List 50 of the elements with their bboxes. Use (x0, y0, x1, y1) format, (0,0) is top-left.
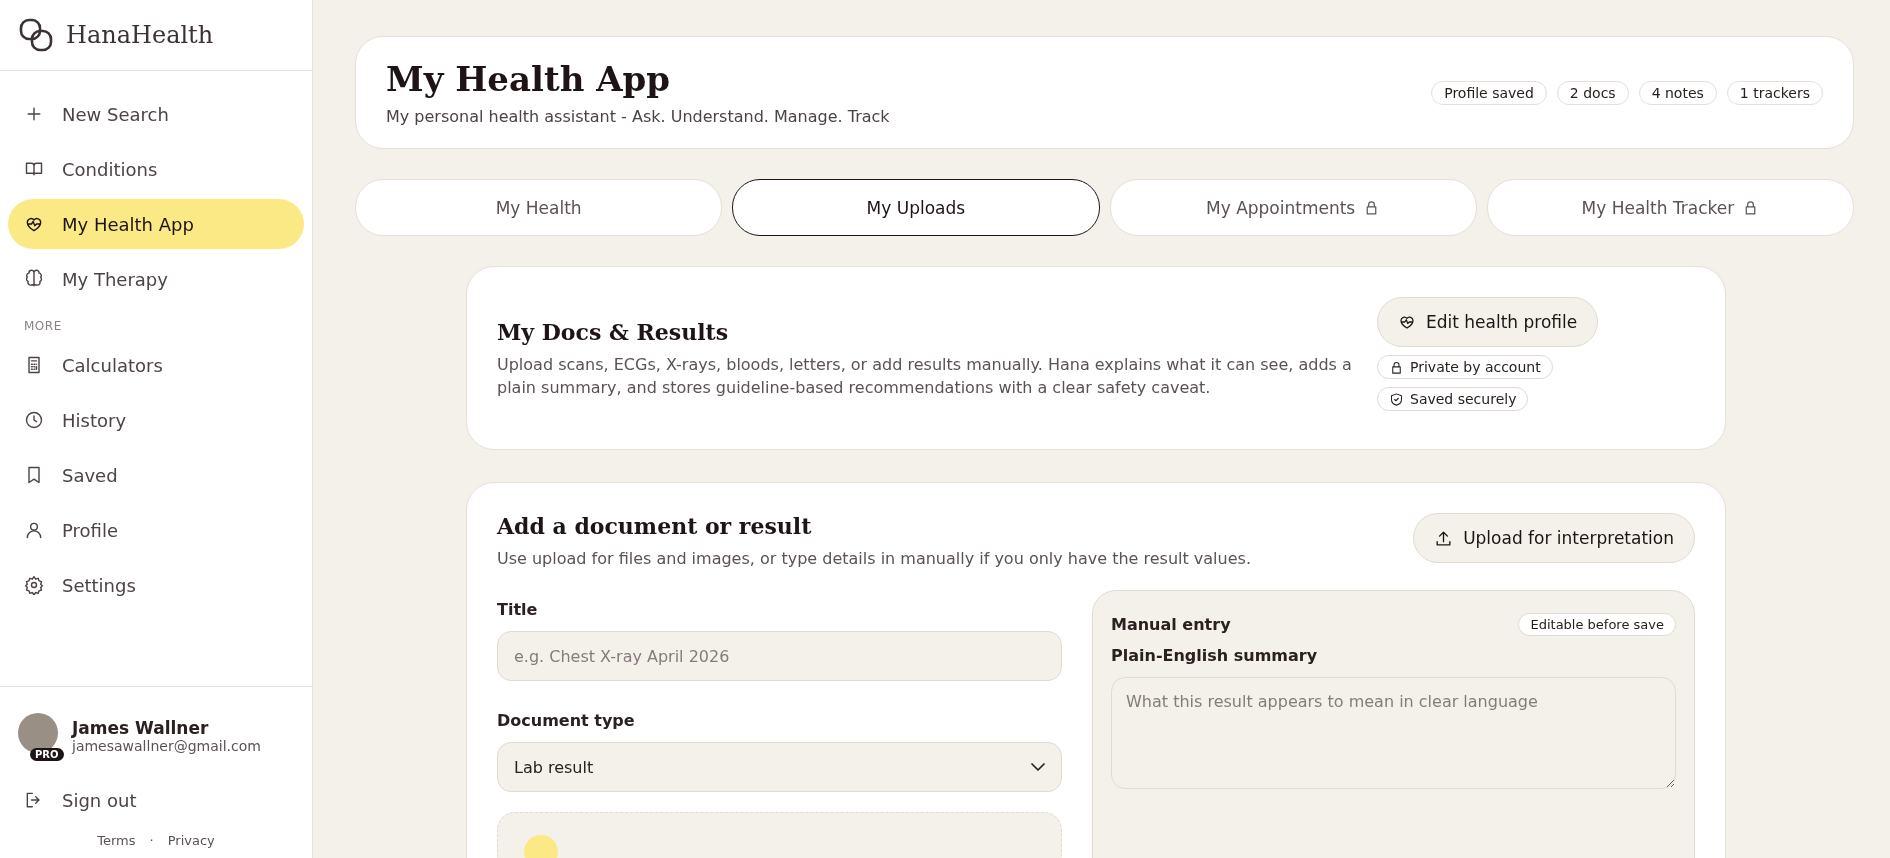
lock-icon (1389, 359, 1404, 375)
page-subtitle: My personal health assistant - Ask. Understand. Manage. Track (386, 107, 890, 126)
footer-link[interactable]: Privacy (167, 833, 215, 848)
chevron-down-icon (1031, 763, 1045, 772)
document-type-select[interactable]: Lab result (497, 742, 1062, 793)
user-name: James Wallner (72, 718, 210, 738)
user-icon (24, 520, 44, 540)
field-label: Plain-English summary (1111, 646, 1319, 666)
section-heading: MORE (23, 318, 63, 335)
page-title: My Health App (386, 59, 672, 99)
clock-icon (24, 410, 44, 430)
field-label: Title (497, 600, 539, 620)
title-input[interactable]: e.g. Chest X-ray April 2026 (497, 631, 1062, 682)
section-description: Upload scans, ECGs, X-rays, bloods, letters, or add results manually. Hana explains what it can see, adds a plain summary, and stores guideline-based recommendations with a clear safety caveat. (497, 354, 1353, 400)
field-label: Document type (497, 711, 636, 731)
user-email: jamesawallner@gmail.com (72, 738, 261, 754)
pro-badge: PRO (30, 748, 64, 761)
section-title: My Docs & Results (497, 319, 730, 345)
tab[interactable]: My Health Tracker (1486, 179, 1854, 236)
upload-button[interactable]: Upload for interpretation (1413, 513, 1695, 563)
summary-textarea[interactable]: What this result appears to mean in clear language (1111, 677, 1676, 790)
brand-name: HanaHealth (66, 21, 214, 49)
shield-icon (1389, 391, 1404, 407)
nav-item[interactable]: Calculators (8, 340, 304, 390)
info-chip: Saved securely (1377, 387, 1529, 411)
heart-icon (1398, 313, 1416, 331)
nav-item[interactable]: My Health App (8, 199, 304, 249)
info-chip: Editable before save (1518, 613, 1676, 637)
info-chip: Private by account (1377, 355, 1553, 379)
edit-profile-button[interactable]: Edit health profile (1377, 297, 1599, 347)
nav-item[interactable]: New Search (8, 89, 304, 139)
settings-icon (24, 575, 44, 595)
nav-item[interactable]: Settings (8, 560, 304, 610)
footer-link[interactable]: Terms (97, 833, 136, 848)
upload-icon (1434, 528, 1454, 548)
tab[interactable]: My Health (355, 179, 723, 236)
sign-out-button[interactable]: Sign out (8, 775, 304, 825)
tab[interactable]: My Uploads (732, 179, 1100, 236)
nav-item[interactable]: Saved (8, 450, 304, 500)
tab[interactable]: My Appointments (1109, 179, 1477, 236)
section-description: Use upload for files and images, or type details in manually if you only have the result values. (497, 548, 1251, 570)
logo-icon (18, 17, 54, 53)
nav-item[interactable]: Conditions (8, 144, 304, 194)
nav-item[interactable]: Profile (8, 505, 304, 555)
section-title: Add a document or result (497, 513, 813, 539)
nav-item[interactable]: My Therapy (8, 254, 304, 304)
panel-heading: Manual entry (1111, 615, 1231, 635)
separator-dot: · (149, 833, 154, 848)
brain-icon (24, 269, 44, 289)
nav-item[interactable]: History (8, 395, 304, 445)
